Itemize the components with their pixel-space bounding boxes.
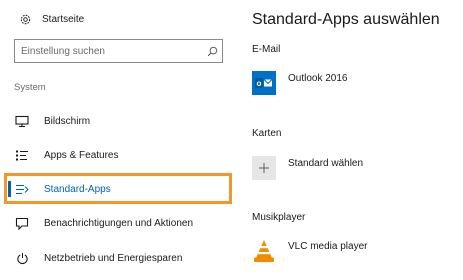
sidebar-item-netzbetrieb[interactable]: Netzbetrieb und Energiesparen: [6, 246, 228, 270]
main-panel: Standard-Apps auswählen E-Mail o Outlook…: [252, 0, 463, 280]
notification-icon: [14, 215, 30, 231]
app-name: Standard wählen: [288, 158, 364, 169]
monitor-icon: [14, 113, 30, 129]
list-icon: [14, 147, 30, 163]
default-app-email[interactable]: o Outlook 2016: [252, 71, 348, 97]
settings-sidebar: Startseite System Bildschirm: [0, 0, 232, 280]
home-link[interactable]: Startseite: [18, 10, 84, 28]
sidebar-item-benachrichtigungen[interactable]: Benachrichtigungen und Aktionen: [6, 211, 228, 235]
gear-icon: [18, 12, 32, 26]
section-label-system: System: [14, 82, 46, 93]
home-label: Startseite: [42, 13, 85, 25]
search-input[interactable]: [15, 45, 202, 57]
sidebar-item-label: Netzbetrieb und Energiesparen: [44, 252, 183, 264]
vlc-icon: [252, 239, 276, 263]
sidebar-item-label: Apps & Features: [44, 149, 119, 161]
active-indicator: [8, 181, 11, 197]
sidebar-item-apps-features[interactable]: Apps & Features: [6, 143, 228, 167]
sidebar-item-bildschirm[interactable]: Bildschirm: [6, 109, 228, 133]
default-app-music[interactable]: VLC media player: [252, 239, 367, 265]
page-title: Standard-Apps auswählen: [252, 11, 440, 28]
sidebar-item-standard-apps[interactable]: Standard-Apps: [6, 177, 228, 201]
group-label-karten: Karten: [252, 128, 282, 139]
default-apps-icon: [14, 181, 30, 197]
search-icon[interactable]: [202, 40, 222, 62]
power-icon: [14, 250, 30, 266]
group-label-email: E-Mail: [252, 44, 281, 55]
group-label-musikplayer: Musikplayer: [252, 212, 306, 223]
default-app-maps[interactable]: Standard wählen: [252, 156, 363, 182]
app-name: VLC media player: [288, 241, 368, 252]
sidebar-item-label: Bildschirm: [44, 115, 91, 127]
outlook-icon: o: [252, 71, 276, 95]
sidebar-item-label: Standard-Apps: [44, 183, 111, 195]
settings-search-box[interactable]: [14, 39, 223, 63]
plus-icon: [252, 156, 276, 180]
sidebar-item-label: Benachrichtigungen und Aktionen: [44, 217, 194, 229]
svg-text:o: o: [257, 79, 262, 88]
app-name: Outlook 2016: [288, 73, 348, 84]
